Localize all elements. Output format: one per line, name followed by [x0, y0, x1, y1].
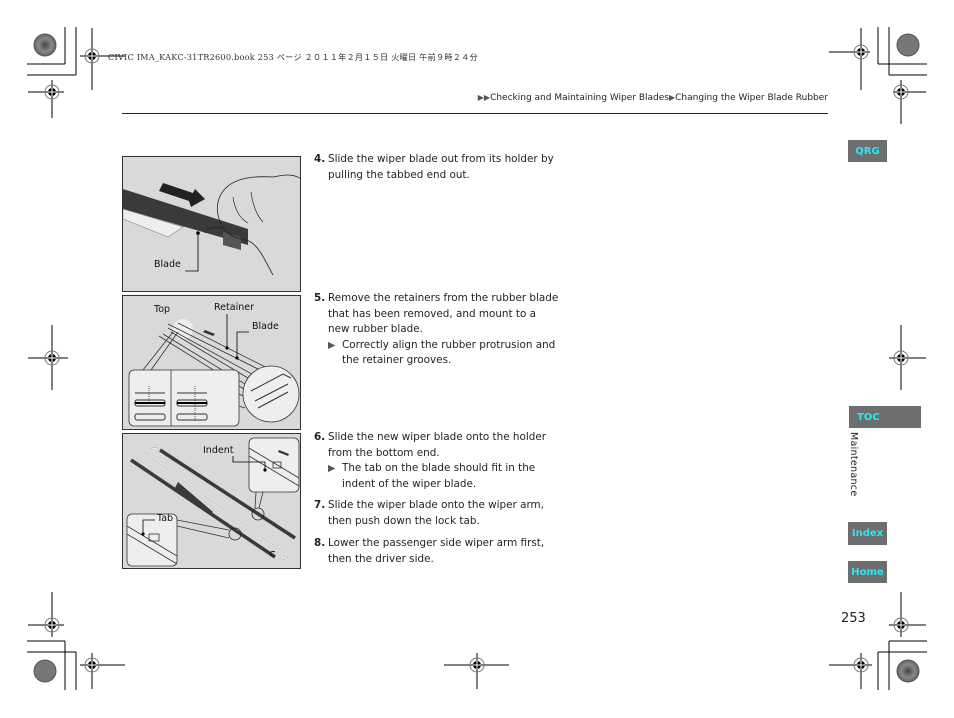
figure-label-tab: Tab — [157, 513, 174, 524]
figure-label-retainer: Retainer — [214, 302, 254, 313]
step-note-text: The tab on the blade should fit in the i… — [342, 462, 536, 490]
step-number: 5. — [314, 292, 326, 304]
step-text: Slide the new wiper blade onto the holde… — [328, 431, 547, 459]
section-label: Maintenance — [848, 432, 859, 497]
color-target-icon — [33, 33, 57, 57]
header-divider — [122, 113, 828, 114]
wiper-blade-illustration — [123, 157, 300, 291]
figure-label-indent: Indent — [203, 445, 234, 456]
step-4: 4. Slide the wiper blade out from its ho… — [314, 152, 559, 183]
breadcrumb-item-changing-rubber[interactable]: Changing the Wiper Blade Rubber — [675, 93, 828, 103]
step-text: Slide the wiper blade onto the wiper arm… — [328, 499, 544, 527]
double-triangle-right-icon: ▶▶ — [477, 93, 491, 102]
figure-remove-retainers: Top Retainer Blade — [122, 295, 301, 430]
step-note: ▶ The tab on the blade should fit in the … — [314, 461, 559, 492]
step-note-text: Correctly align the rubber protrusion an… — [342, 338, 556, 367]
triangle-right-icon: ▶ — [328, 339, 336, 351]
step-text: Remove the retainers from the rubber bla… — [328, 292, 559, 335]
step-number: 6. — [314, 431, 326, 443]
step-number: 4. — [314, 153, 326, 165]
step-number: 8. — [314, 537, 326, 549]
printer-info: CIVIC IMA_KAKC-31TR2600.book 253 ページ ２０１… — [108, 52, 478, 62]
breadcrumb: ▶▶Checking and Maintaining Wiper Blades▶… — [478, 93, 828, 103]
breadcrumb-item-checking-wiper-blades[interactable]: Checking and Maintaining Wiper Blades — [490, 93, 669, 103]
figure-label-blade: Blade — [252, 321, 279, 332]
qrg-button[interactable]: QRG — [848, 140, 887, 162]
home-button[interactable]: Home — [848, 561, 887, 583]
step-text: Lower the passenger side wiper arm first… — [328, 537, 545, 565]
step-5: 5. Remove the retainers from the rubber … — [314, 291, 559, 369]
triangle-right-icon: ▶ — [328, 463, 336, 474]
index-button[interactable]: Index — [848, 522, 887, 545]
step-note: ▶ Correctly align the rubber protrusion a… — [314, 338, 559, 369]
step-text: Slide the wiper blade out from its holde… — [328, 153, 554, 181]
retainer-illustration — [123, 296, 300, 429]
step-7: 7. Slide the wiper blade onto the wiper … — [314, 498, 559, 529]
page-number: 253 — [841, 611, 866, 626]
step-8: 8. Lower the passenger side wiper arm fi… — [314, 536, 559, 567]
toc-button[interactable]: TOC — [849, 406, 921, 428]
figure-slide-out-blade: Blade — [122, 156, 301, 292]
figure-label-blade: Blade — [154, 259, 181, 270]
figure-label-top: Top — [154, 304, 171, 315]
step-6: 6. Slide the new wiper blade onto the ho… — [314, 430, 559, 492]
figure-slide-new-blade: Indent Tab — [122, 433, 301, 569]
step-number: 7. — [314, 499, 326, 511]
